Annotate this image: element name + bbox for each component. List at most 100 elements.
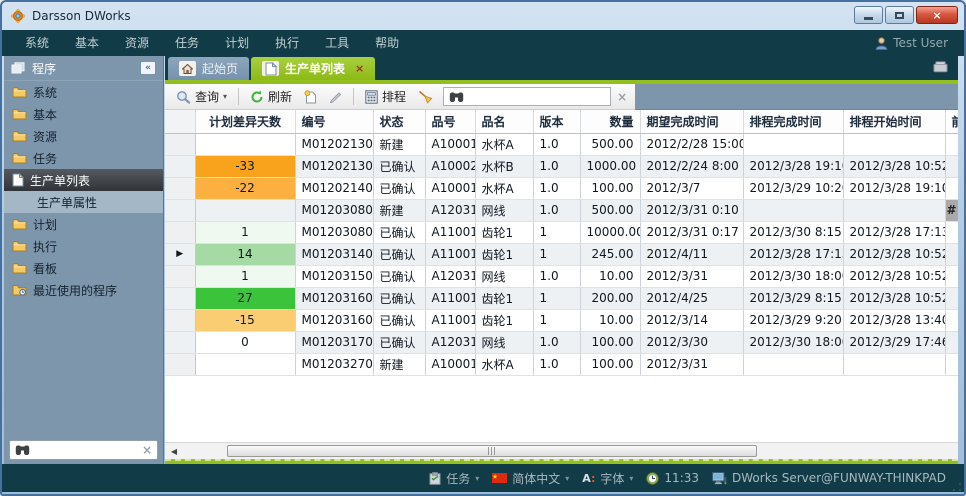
resize-grip[interactable]	[953, 483, 961, 491]
cell-item-name: 网线	[475, 265, 533, 287]
sidebar-item-label: 最近使用的程序	[33, 282, 117, 299]
sidebar-collapse-button[interactable]: «	[140, 61, 156, 75]
header-row: 计划差异天数编号状态品号品名版本数量期望完成时间排程完成时间排程开始时间前	[165, 110, 958, 133]
close-button[interactable]: ×	[916, 6, 958, 24]
table-search-clear-icon[interactable]: ×	[617, 91, 627, 103]
refresh-icon	[250, 90, 264, 104]
dock-panel-icon[interactable]	[933, 61, 949, 73]
cell-item-name: 网线	[475, 199, 533, 221]
minimize-icon	[864, 17, 873, 20]
cell-item-no: A10001	[425, 353, 475, 375]
column-header-排程开始时间[interactable]: 排程开始时间	[843, 110, 945, 133]
menu-item-帮助[interactable]: 帮助	[362, 30, 412, 56]
cell-sched-end-time: 2012/3/29 10:20	[743, 177, 843, 199]
sidebar-item-label: 看板	[33, 260, 57, 277]
tab-close-icon[interactable]: ×	[355, 62, 364, 75]
menu-item-资源[interactable]: 资源	[112, 30, 162, 56]
table-row-M012021401[interactable]: -22M012021401已确认A10001水杯A1.0100.002012/3…	[165, 177, 958, 199]
tab-生产单列表[interactable]: 生产单列表×	[251, 57, 375, 80]
cell-overflow: #	[945, 199, 958, 221]
sidebar-item-资源[interactable]: 资源	[4, 125, 163, 147]
cell-diff: 1	[195, 265, 295, 287]
cell-version: 1	[533, 221, 580, 243]
schedule-button[interactable]: 排程	[360, 86, 411, 107]
table-row-M012031602[interactable]: -15M012031602已确认A11001齿轮1110.002012/3/14…	[165, 309, 958, 331]
document-icon	[12, 173, 24, 187]
scrollbar-thumb[interactable]	[227, 445, 757, 457]
table-row-M012031601[interactable]: 27M012031601已确认A11001齿轮11200.002012/4/25…	[165, 287, 958, 309]
refresh-button[interactable]: 刷新	[245, 86, 297, 107]
sidebar-filter: ×	[9, 440, 158, 460]
table-row-M012031501[interactable]: 1M012031501已确认A12031网线1.010.002012/3/312…	[165, 265, 958, 287]
column-header-版本[interactable]: 版本	[533, 110, 580, 133]
column-header-品名[interactable]: 品名	[475, 110, 533, 133]
column-header-状态[interactable]: 状态	[373, 110, 425, 133]
menu-item-计划[interactable]: 计划	[212, 30, 262, 56]
user-indicator[interactable]: Test User	[875, 36, 954, 50]
table-row-M012021301[interactable]: M012021301新建A10001水杯A1.0500.002012/2/28 …	[165, 133, 958, 155]
menu-item-基本[interactable]: 基本	[62, 30, 112, 56]
sidebar-filter-clear-icon[interactable]: ×	[142, 444, 152, 456]
table-row-M012032701[interactable]: M012032701新建A10001水杯A1.0100.002012/3/31	[165, 353, 958, 375]
clear-button[interactable]	[413, 88, 438, 106]
column-header-排程完成时间[interactable]: 排程完成时间	[743, 110, 843, 133]
table-row-M012031402[interactable]: ▶14M012031402已确认A11001齿轮11245.002012/4/1…	[165, 243, 958, 265]
menu-item-执行[interactable]: 执行	[262, 30, 312, 56]
column-header-期望完成时间[interactable]: 期望完成时间	[640, 110, 743, 133]
cell-overflow	[945, 221, 958, 243]
column-header-前[interactable]: 前	[945, 110, 958, 133]
status-字体[interactable]: A:字体▾	[582, 470, 633, 487]
table-row-M012030802[interactable]: 1M012030802已确认A11001齿轮1110000.002012/3/3…	[165, 221, 958, 243]
sidebar-item-生产单列表[interactable]: 生产单列表	[4, 169, 163, 191]
column-header-品号[interactable]: 品号	[425, 110, 475, 133]
sidebar-filter-input[interactable]	[35, 442, 137, 458]
minimize-button[interactable]	[854, 6, 883, 24]
orders-table-wrap: 计划差异天数编号状态品号品名版本数量期望完成时间排程完成时间排程开始时间前 M0…	[165, 110, 958, 442]
sidebar-item-看板[interactable]: 看板	[4, 257, 163, 279]
cell-expected-time: 2012/4/11	[640, 243, 743, 265]
query-button[interactable]: 查询 ▾	[171, 86, 232, 107]
cell-overflow	[945, 133, 958, 155]
cell-overflow	[945, 287, 958, 309]
table-row-M012021302[interactable]: -33M012021302已确认A10002水杯B1.01000.002012/…	[165, 155, 958, 177]
table-search-input[interactable]	[469, 89, 605, 105]
sidebar-item-基本[interactable]: 基本	[4, 103, 163, 125]
sidebar-item-生产单属性[interactable]: 生产单属性	[4, 191, 163, 213]
column-header-编号[interactable]: 编号	[295, 110, 373, 133]
statusbar: 任务▾ 简体中文▾ A:字体▾ 11:33 DWorks Server@FUNWAY-T…	[2, 464, 964, 492]
table-row-M012031701[interactable]: 0M012031701已确认A12031网线1.0100.002012/3/30…	[165, 331, 958, 353]
edit-button[interactable]	[324, 88, 347, 105]
row-marker: ▶	[165, 243, 195, 265]
scroll-left-icon[interactable]: ◀	[167, 445, 181, 458]
horizontal-scrollbar[interactable]: ◀	[165, 442, 958, 459]
cell-code: M012031701	[295, 331, 373, 353]
cell-qty: 10000.00	[580, 221, 640, 243]
table-row-M012030801[interactable]: M012030801新建A12031网线1.0500.002012/3/31 0…	[165, 199, 958, 221]
menu-item-工具[interactable]: 工具	[312, 30, 362, 56]
language-flag-icon	[492, 473, 507, 483]
menu-item-任务[interactable]: 任务	[162, 30, 212, 56]
column-header-计划差异天数[interactable]: 计划差异天数	[195, 110, 295, 133]
sidebar-item-系统[interactable]: 系统	[4, 81, 163, 103]
sidebar-item-执行[interactable]: 执行	[4, 235, 163, 257]
status-11:33[interactable]: 11:33	[646, 471, 699, 485]
sidebar-item-任务[interactable]: 任务	[4, 147, 163, 169]
new-document-button[interactable]	[299, 88, 322, 106]
menu-item-系统[interactable]: 系统	[12, 30, 62, 56]
tab-起始页[interactable]: 起始页	[168, 57, 249, 80]
column-header-数量[interactable]: 数量	[580, 110, 640, 133]
cell-version: 1.0	[533, 331, 580, 353]
sidebar-items: 系统基本资源任务生产单列表生产单属性计划执行看板最近使用的程序	[4, 81, 163, 301]
cell-expected-time: 2012/4/25	[640, 287, 743, 309]
cell-code: M012030802	[295, 221, 373, 243]
cell-sched-start-time	[843, 353, 945, 375]
sidebar-item-最近使用的程序[interactable]: 最近使用的程序	[4, 279, 163, 301]
broom-icon	[418, 90, 433, 104]
status-DWorks Server@FUNWAY-THINKPAD[interactable]: DWorks Server@FUNWAY-THINKPAD	[712, 471, 946, 485]
programs-icon	[11, 62, 25, 74]
maximize-button[interactable]	[885, 6, 914, 24]
cell-version: 1	[533, 309, 580, 331]
status-简体中文[interactable]: 简体中文▾	[492, 470, 569, 487]
sidebar-item-计划[interactable]: 计划	[4, 213, 163, 235]
status-任务[interactable]: 任务▾	[429, 470, 479, 487]
